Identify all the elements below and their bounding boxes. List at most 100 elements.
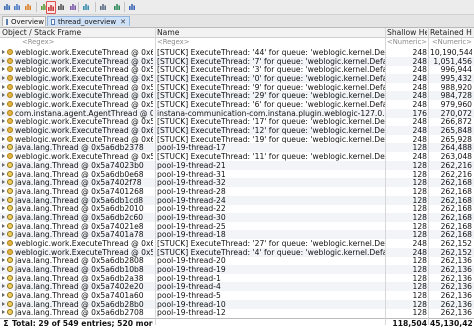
export-icon[interactable] bbox=[113, 2, 121, 12]
table-row[interactable]: weblogic.work.ExecuteThread @ 0x626f0627… bbox=[0, 135, 474, 144]
expand-arrow-icon[interactable] bbox=[2, 240, 5, 245]
retained-heap-cell: 265,848 bbox=[440, 126, 472, 136]
expand-arrow-icon[interactable] bbox=[2, 188, 5, 193]
column-header-name[interactable]: Name bbox=[157, 28, 385, 37]
shallow-heap-cell: 128 bbox=[412, 204, 428, 214]
shallow-numeric-filter[interactable]: <Numeric> bbox=[387, 38, 427, 47]
table-row[interactable]: weblogic.work.ExecuteThread @ 0x5a71d25a… bbox=[0, 247, 474, 257]
table-row[interactable]: java.lang.Thread @ 0x5a6db0e68 pool-19-th… bbox=[0, 170, 474, 179]
thread-name-cell: [STUCK] ExecuteThread: '12' for queue: '… bbox=[157, 126, 385, 136]
expand-arrow-icon[interactable] bbox=[2, 258, 5, 263]
retained-heap-cell: 262,136 bbox=[440, 282, 472, 292]
expand-arrow-icon[interactable] bbox=[2, 214, 5, 219]
thread-name-cell: [STUCK] ExecuteThread: '19' for queue: '… bbox=[157, 134, 385, 144]
table-row[interactable]: java.lang.Thread @ 0x5a74021e8 pool-19-th… bbox=[0, 222, 474, 231]
expand-arrow-icon[interactable] bbox=[2, 119, 5, 124]
expand-arrow-icon[interactable] bbox=[2, 50, 5, 54]
expand-arrow-icon[interactable] bbox=[2, 93, 5, 98]
table-row[interactable]: weblogic.work.ExecuteThread @ 0x626f0b29… bbox=[0, 126, 474, 136]
table-row[interactable]: weblogic.work.ExecuteThread @ 0x5cb00002… bbox=[0, 117, 474, 126]
table-row[interactable]: weblogic.work.ExecuteThread @ 0x5a71d35f… bbox=[0, 56, 474, 66]
table-row[interactable]: java.lang.Thread @ 0x5a7401268 pool-19-th… bbox=[0, 187, 474, 196]
object-regex-filter[interactable]: <Regex> bbox=[22, 38, 173, 47]
table-row[interactable]: weblogic.work.ExecuteThread @ 0x56074df0… bbox=[0, 152, 474, 161]
expand-arrow-icon[interactable] bbox=[2, 110, 5, 115]
table-row[interactable]: weblogic.work.ExecuteThread @ 0x626ff006… bbox=[0, 239, 474, 248]
table-row[interactable]: java.lang.Thread @ 0x5a74023b0 pool-19-th… bbox=[0, 160, 474, 170]
retained-heap-cell: 262,168 bbox=[440, 204, 472, 214]
table-row[interactable]: java.lang.Thread @ 0x5a6db2a38 pool-19-th… bbox=[0, 274, 474, 283]
dominator-tree-icon[interactable] bbox=[24, 2, 32, 12]
table-row[interactable]: java.lang.Thread @ 0x5a7402e20 pool-19-th… bbox=[0, 282, 474, 292]
column-header-retained-heap[interactable]: Retained Heap bbox=[430, 28, 472, 37]
column-header-shallow-heap[interactable]: Shallow Heap bbox=[387, 28, 427, 37]
table-row[interactable]: weblogic.work.ExecuteThread @ 0x5a200fd0… bbox=[0, 100, 474, 109]
expand-arrow-icon[interactable] bbox=[2, 154, 5, 159]
retained-numeric-filter[interactable]: <Numeric> bbox=[430, 38, 472, 47]
table-row[interactable]: java.lang.Thread @ 0x5a6db2010 pool-19-th… bbox=[0, 204, 474, 213]
expand-arrow-icon[interactable] bbox=[2, 249, 5, 254]
thread-name-cell: [STUCK] ExecuteThread: '11' for queue: '… bbox=[157, 152, 385, 162]
column-divider[interactable] bbox=[385, 28, 386, 325]
inspector-icon[interactable] bbox=[69, 2, 77, 12]
help-icon[interactable] bbox=[128, 2, 136, 12]
overview-icon[interactable] bbox=[3, 2, 11, 12]
thread-overview-icon[interactable] bbox=[46, 1, 56, 14]
expand-arrow-icon[interactable] bbox=[2, 284, 5, 289]
expand-arrow-icon[interactable] bbox=[2, 102, 5, 107]
expand-arrow-icon[interactable] bbox=[2, 58, 5, 63]
close-tab-icon[interactable]: ✕ bbox=[120, 18, 126, 26]
expand-arrow-icon[interactable] bbox=[2, 136, 5, 141]
table-row[interactable]: java.lang.Thread @ 0x5a6db10b8 pool-19-th… bbox=[0, 265, 474, 274]
table-row[interactable]: java.lang.Thread @ 0x5a6db1cd8 pool-19-th… bbox=[0, 195, 474, 205]
expand-arrow-icon[interactable] bbox=[2, 76, 5, 81]
table-row[interactable]: weblogic.work.ExecuteThread @ 0x56074bf8… bbox=[0, 65, 474, 74]
expand-arrow-icon[interactable] bbox=[2, 206, 5, 211]
name-regex-filter[interactable]: <Regex> bbox=[157, 38, 385, 47]
column-header-object[interactable]: Object / Stack Frame bbox=[2, 28, 153, 37]
table-row[interactable]: weblogic.work.ExecuteThread @ 0x626ff234… bbox=[0, 48, 474, 57]
expand-arrow-icon[interactable] bbox=[2, 84, 5, 89]
table-row[interactable]: weblogic.work.ExecuteThread @ 0x61d33d70… bbox=[0, 91, 474, 101]
table-row[interactable]: java.lang.Thread @ 0x5a7401a60 pool-19-th… bbox=[0, 291, 474, 300]
group-icon[interactable] bbox=[99, 2, 107, 12]
histogram-icon[interactable] bbox=[13, 2, 21, 12]
search-icon[interactable] bbox=[57, 2, 65, 12]
shallow-heap-cell: 248 bbox=[412, 152, 428, 162]
table-row[interactable]: java.lang.Thread @ 0x5a7401a78 pool-19-th… bbox=[0, 230, 474, 240]
expand-arrow-icon[interactable] bbox=[2, 162, 5, 167]
table-row[interactable]: weblogic.work.ExecuteThread @ 0x5a71d2f8… bbox=[0, 83, 474, 92]
query-icon[interactable] bbox=[82, 2, 90, 12]
object-cell: weblogic.work.ExecuteThread @ 0x626f0b29… bbox=[2, 126, 153, 135]
table-row[interactable]: java.lang.Thread @ 0x5a6db2378 pool-19-th… bbox=[0, 143, 474, 153]
table-row[interactable]: java.lang.Thread @ 0x5a6db2708 pool-19-th… bbox=[0, 308, 474, 317]
expand-arrow-icon[interactable] bbox=[2, 267, 5, 271]
expand-arrow-icon[interactable] bbox=[2, 275, 5, 280]
column-divider[interactable] bbox=[428, 28, 429, 325]
expand-arrow-icon[interactable] bbox=[2, 128, 5, 133]
table-row[interactable]: java.lang.Thread @ 0x5a7402f78 pool-19-th… bbox=[0, 178, 474, 188]
expand-arrow-icon[interactable] bbox=[2, 301, 5, 306]
table-row[interactable]: java.lang.Thread @ 0x5a6db2808 pool-19-th… bbox=[0, 256, 474, 265]
expand-arrow-icon[interactable] bbox=[2, 197, 5, 202]
expand-arrow-icon[interactable] bbox=[2, 293, 5, 298]
expand-arrow-icon[interactable] bbox=[2, 232, 5, 237]
tab-overview[interactable]: Overview bbox=[2, 16, 46, 26]
expand-arrow-icon[interactable] bbox=[2, 310, 5, 315]
execute-thread-icon bbox=[7, 101, 13, 108]
column-divider[interactable] bbox=[155, 28, 156, 325]
table-row[interactable]: java.lang.Thread @ 0x5a6db28b0 pool-19-th… bbox=[0, 299, 474, 309]
expand-arrow-icon[interactable] bbox=[2, 223, 5, 228]
execute-thread-icon bbox=[7, 109, 13, 116]
expand-arrow-icon[interactable] bbox=[2, 145, 5, 150]
table-row[interactable]: java.lang.Thread @ 0x5a6db2c60 pool-19-th… bbox=[0, 212, 474, 222]
shallow-heap-cell: 248 bbox=[412, 117, 428, 127]
sum-icon: Σ bbox=[3, 319, 9, 328]
expand-arrow-icon[interactable] bbox=[2, 67, 5, 72]
table-row[interactable]: com.instana.agent.AgentThread @ 0x62619b… bbox=[0, 108, 474, 118]
expand-arrow-icon[interactable] bbox=[2, 180, 5, 185]
expand-arrow-icon[interactable] bbox=[2, 171, 5, 176]
java-thread-icon bbox=[7, 274, 13, 281]
table-row[interactable]: weblogic.work.ExecuteThread @ 0x5a71d27f… bbox=[0, 74, 474, 84]
tab-thread-overview[interactable]: thread_overview ✕ bbox=[47, 16, 130, 26]
